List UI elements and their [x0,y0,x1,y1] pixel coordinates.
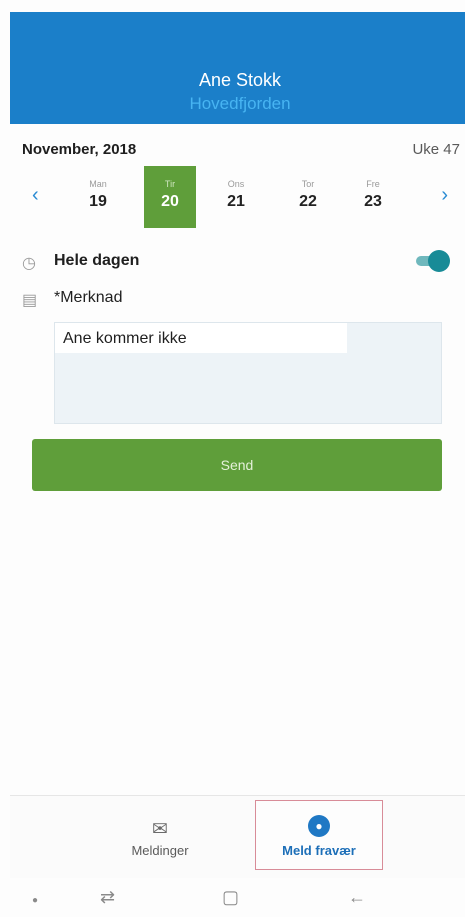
day-tuesday[interactable]: Tir 20 [144,166,196,228]
recent-apps-icon[interactable]: ⇄ [100,887,115,908]
day-friday[interactable]: Fre 23 [347,166,399,228]
toggle-knob [428,250,450,272]
nav-label: Meld fravær [282,843,356,858]
envelope-icon: ✉ [152,819,168,840]
send-button[interactable]: Send [32,439,442,491]
all-day-label: Hele dagen [54,252,140,269]
day-monday[interactable]: Man 19 [72,166,124,228]
dot-icon[interactable]: ● [32,895,38,906]
day-wednesday[interactable]: Ons 21 [210,166,262,228]
day-name: Tor [301,179,315,189]
day-number: 19 [89,193,107,210]
home-icon[interactable]: ▢ [222,887,239,908]
chevron-right-icon[interactable]: › [441,184,448,207]
day-name: Ons [227,179,245,189]
note-textarea[interactable]: Ane kommer ikke [54,322,442,424]
chevron-left-icon[interactable]: ‹ [32,184,39,207]
school-name: Hovedfjorden [189,94,291,113]
day-name: Fre [366,179,380,189]
day-number: 23 [364,193,382,210]
system-navigation-bar: ● ⇄ ▢ ← [0,877,465,917]
day-name: Man [89,179,107,189]
app-screen: Ane Stokk Hovedfjorden November, 2018 Uk… [0,0,465,917]
header: Ane Stokk Hovedfjorden [10,12,465,124]
clock-icon: ◷ [22,255,36,272]
report-absence-icon: ● [308,815,330,837]
month-label: November, 2018 [22,141,137,158]
bottom-nav: ✉ Meldinger ● Meld fravær [10,795,465,878]
day-number: 22 [299,193,317,210]
day-name: Tir [164,179,176,189]
back-arrow-icon[interactable]: ← [348,887,366,908]
day-number: 21 [227,193,245,210]
week-day-picker: ‹ Man 19 Tir 20 Ons 21 Tor 22 Fre 23 › [22,166,460,228]
all-day-toggle[interactable] [416,250,450,272]
nav-label: Meldinger [131,843,189,858]
note-value: Ane kommer ikke [55,323,347,353]
week-label: Uke 47 [412,141,460,158]
student-name: Ane Stokk [198,70,282,90]
note-icon: ▤ [22,292,38,309]
note-label: *Merknad [54,289,123,306]
day-number: 20 [161,193,179,210]
nav-meld-fravaer[interactable]: ● Meld fravær [255,800,383,870]
nav-meldinger[interactable]: ✉ Meldinger [100,796,220,878]
day-thursday[interactable]: Tor 22 [282,166,334,228]
